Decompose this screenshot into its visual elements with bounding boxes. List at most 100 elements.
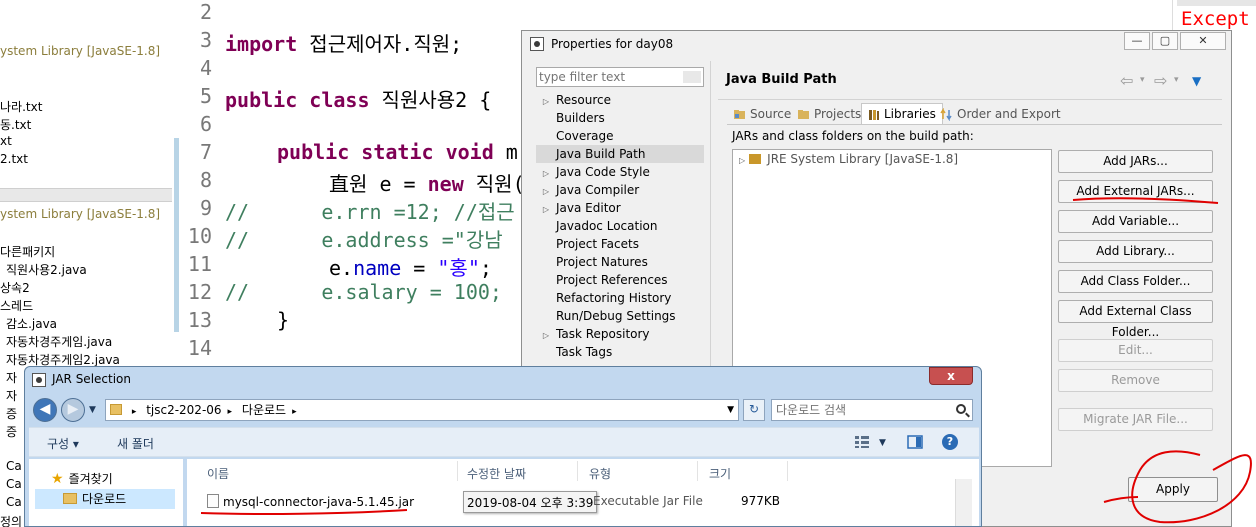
explorer-item[interactable]: ystem Library [JavaSE-1.8]	[0, 207, 160, 221]
close-button[interactable]: ✕	[1180, 32, 1226, 50]
column-separator[interactable]	[457, 461, 458, 481]
nav-item-resource[interactable]: ▷ Resource	[536, 91, 704, 109]
nav-item-run-debug-settings[interactable]: Run/Debug Settings	[536, 307, 704, 325]
search-field[interactable]	[771, 399, 973, 421]
add-class-folder-button[interactable]: Add Class Folder...	[1058, 270, 1213, 293]
nav-item-project-references[interactable]: Project References	[536, 271, 704, 289]
minimize-button[interactable]: —	[1124, 32, 1150, 50]
nav-item-builders[interactable]: Builders	[536, 109, 704, 127]
folder-project-icon	[798, 110, 809, 119]
dialog-title: JAR Selection	[52, 372, 131, 386]
view-dropdown-icon[interactable]: ▼	[879, 438, 886, 448]
new-folder-button[interactable]: 새 폴더	[117, 435, 154, 452]
nav-item-java-editor[interactable]: ▷ Java Editor	[536, 199, 704, 217]
file-name[interactable]: mysql-connector-java-5.1.45.jar	[207, 494, 414, 509]
add-external-jars-button[interactable]: Add External JARs...	[1058, 180, 1213, 203]
folder-icon	[63, 493, 77, 504]
nav-item-javadoc-location[interactable]: Javadoc Location	[536, 217, 704, 235]
forward-dropdown-icon[interactable]: ▾	[1174, 75, 1179, 85]
scrollbar[interactable]	[955, 479, 972, 526]
help-icon[interactable]: ?	[942, 434, 958, 450]
refresh-icon[interactable]: ↻	[743, 399, 765, 421]
forward-arrow-icon[interactable]: ⇨	[1154, 71, 1167, 90]
nav-item-task-tags[interactable]: Task Tags	[536, 343, 704, 361]
apply-button[interactable]: Apply	[1128, 477, 1218, 502]
column-name[interactable]: 이름	[207, 465, 229, 482]
view-options-icon[interactable]	[854, 435, 870, 449]
explorer-item[interactable]: 직원사용2.java	[6, 261, 87, 278]
filter-clear-icon[interactable]	[683, 71, 701, 83]
preview-pane-icon[interactable]	[907, 435, 923, 449]
nav-item-task-repository[interactable]: ▷ Task Repository	[536, 325, 704, 343]
explorer-item[interactable]: 나라.txt	[0, 98, 42, 115]
breadcrumb-item[interactable]: 다운로드	[242, 403, 286, 417]
tab-projects[interactable]: Projects	[791, 103, 868, 125]
column-separator[interactable]	[787, 461, 788, 481]
column-type[interactable]: 유형	[589, 465, 611, 482]
explorer-item[interactable]: 2.txt	[0, 152, 28, 166]
explorer-item[interactable]: ystem Library [JavaSE-1.8]	[0, 44, 160, 58]
nav-item-java-code-style[interactable]: ▷ Java Code Style	[536, 163, 704, 181]
migrate-jar-button[interactable]: Migrate JAR File...	[1058, 408, 1213, 431]
column-size[interactable]: 크기	[709, 465, 731, 482]
explorer-fragment: Ca	[6, 495, 22, 509]
maximize-button[interactable]: ▢	[1152, 32, 1178, 50]
search-icon[interactable]	[956, 404, 966, 414]
code-line: // e.rrn =12; //접근	[225, 200, 515, 224]
organize-menu[interactable]: 구성 ▾	[47, 435, 79, 452]
remove-button[interactable]: Remove	[1058, 369, 1213, 392]
eclipse-icon	[32, 373, 46, 387]
line-number: 14	[187, 336, 212, 360]
explorer-item[interactable]: 스레드	[0, 297, 33, 314]
column-separator[interactable]	[577, 461, 578, 481]
add-external-class-folder-button[interactable]: Add External Class Folder...	[1058, 300, 1213, 339]
line-number: 3	[199, 28, 212, 52]
explorer-separator	[0, 188, 172, 202]
back-arrow-icon[interactable]: ⇦	[1120, 71, 1133, 90]
add-library-button[interactable]: Add Library...	[1058, 240, 1213, 263]
expand-icon[interactable]: ▷	[739, 156, 745, 165]
forward-arrow-icon[interactable]: ▶	[61, 398, 85, 422]
nav-item-project-natures[interactable]: Project Natures	[536, 253, 704, 271]
jar-entry-jre[interactable]: ▷ JRE System Library [JavaSE-1.8]	[739, 152, 958, 166]
filter-input[interactable]	[539, 69, 679, 85]
back-arrow-icon[interactable]: ◀	[33, 398, 57, 422]
nav-item-coverage[interactable]: Coverage	[536, 127, 704, 145]
close-button[interactable]: x	[929, 367, 973, 385]
jar-selection-dialog: JAR Selection x ◀ ▶ ▼ ▸ tjsc2-202-06 ▸ 다운…	[24, 366, 982, 527]
tab-libraries[interactable]: Libraries	[861, 103, 943, 125]
explorer-item[interactable]: xt	[0, 134, 12, 148]
file-row[interactable]: mysql-connector-java-5.1.45.jar 2019-08-…	[193, 491, 793, 513]
back-dropdown-icon[interactable]: ▾	[1140, 75, 1145, 85]
add-jars-button[interactable]: Add JARs...	[1058, 150, 1213, 173]
search-input[interactable]	[776, 402, 946, 418]
explorer-item[interactable]: 다른패키지	[0, 243, 55, 260]
explorer-item[interactable]: 감소.java	[6, 315, 57, 332]
explorer-item[interactable]: 상속2	[0, 279, 30, 296]
file-date: 2019-08-04 오후 3:39	[467, 496, 594, 510]
address-bar[interactable]: ▸ tjsc2-202-06 ▸ 다운로드 ▸ ▼	[105, 399, 739, 421]
address-dropdown-icon[interactable]: ▼	[727, 400, 734, 420]
edit-button[interactable]: Edit...	[1058, 339, 1213, 362]
menu-icon[interactable]: ▼	[1192, 74, 1201, 88]
file-list[interactable]: 이름 수정한 날짜 유형 크기 mysql-connector-java-5.1…	[187, 459, 979, 526]
nav-item-java-compiler[interactable]: ▷ Java Compiler	[536, 181, 704, 199]
nav-item-refactoring-history[interactable]: Refactoring History	[536, 289, 704, 307]
downloads-item[interactable]: 다운로드	[35, 489, 175, 509]
breadcrumb-item[interactable]: tjsc2-202-06	[146, 403, 221, 417]
explorer-item[interactable]: 자동차경주게임.java	[6, 333, 112, 350]
history-dropdown-icon[interactable]: ▼	[89, 405, 96, 415]
column-separator[interactable]	[697, 461, 698, 481]
nav-item-project-facets[interactable]: Project Facets	[536, 235, 704, 253]
add-variable-button[interactable]: Add Variable...	[1058, 210, 1213, 233]
dialog-titlebar[interactable]: JAR Selection x	[25, 367, 981, 393]
filter-field[interactable]	[536, 67, 704, 87]
tab-source[interactable]: Source	[727, 103, 798, 125]
build-path-tabs: Source Projects Libraries Order and Expo…	[727, 103, 1061, 125]
nav-item-java-build-path[interactable]: Java Build Path	[536, 145, 704, 163]
explorer-item[interactable]: 동.txt	[0, 116, 31, 133]
tab-order-and-export[interactable]: Order and Export	[934, 103, 1068, 125]
column-date[interactable]: 수정한 날짜	[467, 465, 526, 482]
dialog-titlebar[interactable]: Properties for day08 — ▢ ✕	[522, 31, 1231, 57]
favorites-item[interactable]: ★ 즐겨찾기	[35, 469, 113, 489]
